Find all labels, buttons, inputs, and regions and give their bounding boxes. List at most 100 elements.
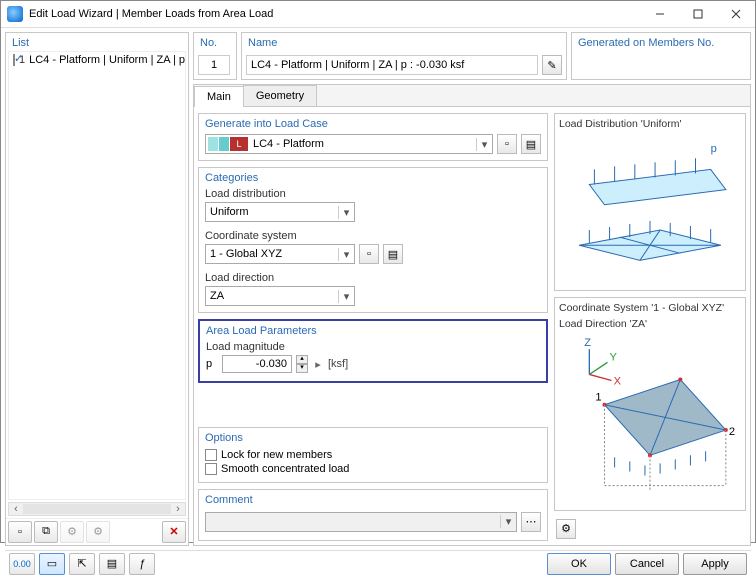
delete-icon: ✕ bbox=[169, 525, 178, 538]
no-header: No. bbox=[194, 33, 236, 51]
library-icon: ▤ bbox=[388, 248, 398, 261]
footer-calc-button[interactable]: ▤ bbox=[99, 553, 125, 575]
extra-button-2[interactable]: ⚙ bbox=[86, 521, 110, 543]
delete-item-button[interactable]: ✕ bbox=[162, 521, 186, 543]
option-smooth-row[interactable]: Smooth concentrated load bbox=[205, 462, 541, 476]
load-distribution-combo[interactable]: Uniform ▾ bbox=[205, 202, 355, 222]
magnitude-apply-icon[interactable]: ▸ bbox=[312, 358, 324, 371]
list-panel: List 1 LC4 - Platform | Uniform | ZA | p… bbox=[5, 32, 189, 546]
footer-view-button[interactable]: ▭ bbox=[39, 553, 65, 575]
scroll-left-icon[interactable]: ‹ bbox=[9, 503, 23, 515]
preview-settings-button[interactable]: ⚙ bbox=[556, 519, 576, 539]
name-panel: Name ✎ bbox=[241, 32, 567, 80]
loadcase-library-button[interactable]: ▤ bbox=[521, 134, 541, 154]
svg-text:1: 1 bbox=[595, 391, 601, 403]
app-icon bbox=[7, 6, 23, 22]
area-load-params-group: Area Load Parameters Load magnitude p ▴ … bbox=[198, 319, 548, 383]
comment-combo[interactable]: ▾ bbox=[205, 512, 517, 532]
preview-coord-title-1: Coordinate System '1 - Global XYZ' bbox=[559, 302, 741, 314]
list-item[interactable]: 1 LC4 - Platform | Uniform | ZA | p : -0… bbox=[9, 52, 185, 68]
dialog-footer: 0.00 ▭ ⇱ ▤ ƒ OK Cancel Apply bbox=[5, 550, 751, 577]
loadcase-combo[interactable]: L LC4 - Platform ▾ bbox=[205, 134, 493, 154]
tool-icon: ⚙ bbox=[93, 525, 103, 538]
edit-name-button[interactable]: ✎ bbox=[542, 55, 562, 75]
chevron-down-icon: ▾ bbox=[476, 138, 492, 151]
coord-system-combo[interactable]: 1 - Global XYZ ▾ bbox=[205, 244, 355, 264]
smooth-checkbox[interactable] bbox=[205, 463, 217, 475]
tab-main[interactable]: Main bbox=[194, 86, 244, 107]
lock-label: Lock for new members bbox=[221, 449, 332, 461]
magnitude-spinner[interactable]: ▴ ▾ bbox=[296, 355, 308, 373]
comment-group: Comment ▾ ⋯ bbox=[198, 489, 548, 541]
close-button[interactable] bbox=[717, 1, 755, 27]
spinner-down-icon[interactable]: ▾ bbox=[296, 364, 308, 373]
lock-checkbox[interactable] bbox=[205, 449, 217, 461]
scroll-right-icon[interactable]: › bbox=[171, 503, 185, 515]
units-icon: 0.00 bbox=[13, 559, 31, 569]
tab-geometry[interactable]: Geometry bbox=[243, 85, 317, 106]
library-icon: ▤ bbox=[526, 138, 536, 151]
preview-coord-canvas: Z Y X 1 2 bbox=[559, 334, 741, 506]
title-bar: Edit Load Wizard | Member Loads from Are… bbox=[1, 1, 755, 28]
list-item-label: LC4 - Platform | Uniform | ZA | p : -0.0… bbox=[29, 54, 186, 66]
loadcase-group: Generate into Load Case L LC4 - Platform… bbox=[198, 113, 548, 161]
preview-dist-title: Load Distribution 'Uniform' bbox=[559, 118, 741, 130]
options-title: Options bbox=[205, 432, 541, 444]
comment-edit-button[interactable]: ⋯ bbox=[521, 512, 541, 532]
new-item-button[interactable]: ▫ bbox=[8, 521, 32, 543]
p-symbol: p bbox=[206, 358, 218, 370]
ok-button[interactable]: OK bbox=[547, 553, 611, 575]
footer-member-button[interactable]: ⇱ bbox=[69, 553, 95, 575]
svg-text:2: 2 bbox=[729, 426, 735, 438]
coord-library-button[interactable]: ▤ bbox=[383, 244, 403, 264]
gear-icon: ⚙ bbox=[561, 522, 571, 535]
smooth-label: Smooth concentrated load bbox=[221, 463, 349, 475]
name-input[interactable] bbox=[246, 55, 538, 75]
window-title: Edit Load Wizard | Member Loads from Are… bbox=[29, 8, 641, 20]
generated-on-header: Generated on Members No. bbox=[572, 33, 750, 51]
list-horizontal-scrollbar[interactable]: ‹ › bbox=[8, 502, 186, 516]
options-group: Options Lock for new members Smooth conc… bbox=[198, 427, 548, 483]
extra-button-1[interactable]: ⚙ bbox=[60, 521, 84, 543]
view-icon: ▭ bbox=[47, 557, 57, 570]
loadcase-value: LC4 - Platform bbox=[249, 138, 476, 150]
preview-coord-title-2: Load Direction 'ZA' bbox=[559, 318, 741, 330]
list-body[interactable]: 1 LC4 - Platform | Uniform | ZA | p : -0… bbox=[8, 51, 186, 500]
copy-icon: ⧉ bbox=[42, 525, 50, 538]
script-icon: ƒ bbox=[139, 558, 145, 570]
list-header: List bbox=[6, 33, 188, 51]
load-direction-combo[interactable]: ZA ▾ bbox=[205, 286, 355, 306]
copy-item-button[interactable]: ⧉ bbox=[34, 521, 58, 543]
loadcase-new-button[interactable]: ▫ bbox=[497, 134, 517, 154]
load-magnitude-input[interactable] bbox=[222, 355, 292, 373]
minimize-button[interactable] bbox=[641, 1, 679, 27]
maximize-button[interactable] bbox=[679, 1, 717, 27]
spinner-up-icon[interactable]: ▴ bbox=[296, 355, 308, 364]
p-label-icon: p bbox=[711, 143, 717, 155]
member-icon: ⇱ bbox=[77, 557, 86, 570]
magnitude-unit: [ksf] bbox=[328, 358, 348, 370]
cancel-button[interactable]: Cancel bbox=[615, 553, 679, 575]
comment-title: Comment bbox=[205, 494, 541, 506]
coord-new-button[interactable]: ▫ bbox=[359, 244, 379, 264]
load-magnitude-label: Load magnitude bbox=[206, 341, 540, 353]
option-lock-row[interactable]: Lock for new members bbox=[205, 448, 541, 462]
footer-units-button[interactable]: 0.00 bbox=[9, 553, 35, 575]
load-direction-label: Load direction bbox=[205, 272, 541, 284]
chevron-down-icon: ▾ bbox=[500, 515, 516, 528]
svg-text:X: X bbox=[614, 375, 622, 387]
footer-script-button[interactable]: ƒ bbox=[129, 553, 155, 575]
dialog-window: Edit Load Wizard | Member Loads from Are… bbox=[0, 0, 756, 543]
no-value[interactable]: 1 bbox=[198, 55, 230, 75]
chevron-down-icon: ▾ bbox=[338, 248, 354, 261]
loadcase-group-title: Generate into Load Case bbox=[205, 118, 541, 130]
dialog-content: List 1 LC4 - Platform | Uniform | ZA | p… bbox=[1, 28, 755, 581]
generated-on-panel: Generated on Members No. bbox=[571, 32, 751, 80]
list-item-checkbox[interactable] bbox=[13, 54, 15, 66]
apply-button[interactable]: Apply bbox=[683, 553, 747, 575]
load-distribution-label: Load distribution bbox=[205, 188, 541, 200]
preview-coord-system: Coordinate System '1 - Global XYZ' Load … bbox=[554, 297, 746, 511]
center-column: No. 1 Name ✎ Generated on Members No. bbox=[193, 32, 751, 546]
tool-icon: ⚙ bbox=[67, 525, 77, 538]
pencil-icon: ✎ bbox=[547, 59, 556, 72]
